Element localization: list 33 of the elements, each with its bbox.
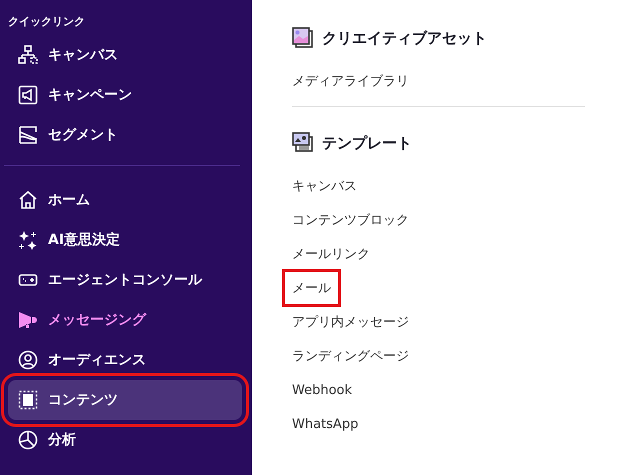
- megaphone-icon: [18, 85, 38, 105]
- section-title: クリエイティブアセット: [322, 28, 487, 48]
- menu-link[interactable]: ランディングページ: [292, 339, 409, 373]
- nav-item[interactable]: エージェントコンソール: [8, 260, 242, 300]
- megaphone-icon: [18, 310, 38, 330]
- nav-item[interactable]: メッセージング: [8, 300, 242, 340]
- person-circle-icon: [18, 350, 38, 370]
- menu-link[interactable]: メール: [284, 271, 339, 305]
- image-stack-icon: [292, 27, 314, 49]
- section-title: クイックリンク: [7, 14, 86, 30]
- nav-item[interactable]: AI意思決定: [8, 220, 242, 260]
- segment-icon: [18, 125, 38, 145]
- menu-link[interactable]: WhatsApp: [292, 407, 358, 441]
- menu-link[interactable]: Webhook: [292, 373, 352, 407]
- nav-item[interactable]: 分析: [8, 420, 242, 460]
- home-icon: [18, 190, 38, 210]
- flowchart-icon: [18, 45, 38, 65]
- nav-item[interactable]: キャンペーン: [8, 75, 242, 115]
- nav-item[interactable]: ホーム: [8, 180, 242, 220]
- section-title: テンプレート: [322, 134, 412, 152]
- menu-link[interactable]: メールリンク: [292, 237, 370, 271]
- menu-link[interactable]: コンテンツブロック: [292, 203, 409, 237]
- content-block-icon: [18, 390, 38, 410]
- menu-link[interactable]: キャンバス: [292, 169, 357, 203]
- nav-item[interactable]: セグメント: [8, 115, 242, 155]
- sparkle-icon: [18, 230, 38, 250]
- nav-item[interactable]: キャンバス: [8, 35, 242, 75]
- menu-link[interactable]: メディアライブラリ: [292, 64, 409, 98]
- nav-item[interactable]: コンテンツ: [8, 380, 242, 420]
- pie-chart-icon: [18, 430, 38, 450]
- image-stack-icon: [292, 132, 314, 154]
- nav-item[interactable]: オーディエンス: [8, 340, 242, 380]
- menu-link[interactable]: アプリ内メッセージ: [292, 305, 409, 339]
